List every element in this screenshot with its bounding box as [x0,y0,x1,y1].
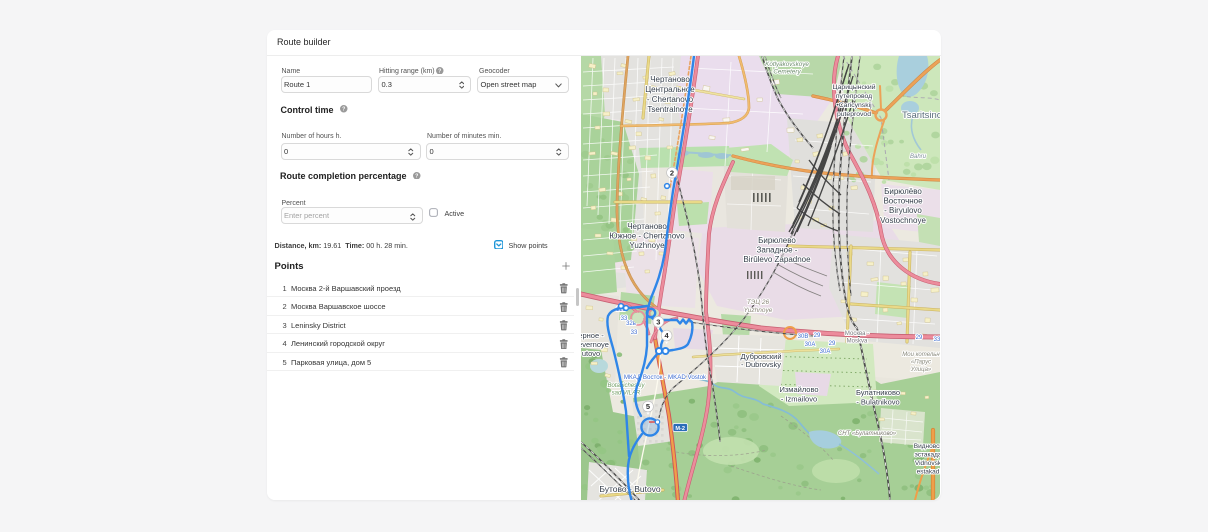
svg-text:?: ? [438,68,441,74]
svg-text:эстакада: эстакада [914,452,940,459]
svg-text:29: 29 [814,333,821,339]
svg-text:33: 33 [934,337,940,343]
svg-text:Видновск: Видновск [914,443,940,450]
svg-text:Чертаново: Чертаново [650,75,690,84]
svg-text:- Dubrovsky: - Dubrovsky [741,360,781,369]
svg-text:Измайлово: Измайлово [779,385,818,394]
svg-text:- Izmailovo: - Izmailovo [781,395,817,404]
svg-text:Чертаново: Чертаново [627,222,667,231]
svg-text:Tsaritsino: Tsaritsino [902,110,940,121]
svg-text:- Bulatnikovo: - Bulatnikovo [856,398,899,407]
svg-text:?: ? [415,173,418,179]
svg-text:Yuzhnoye: Yuzhnoye [629,241,665,250]
svg-text:Центральное: Центральное [645,85,695,94]
svg-text:Восточное: Восточное [883,197,923,206]
svg-text:puteprovod: puteprovod [837,111,871,118]
svg-text:Москва -: Москва - [845,331,869,337]
svg-text:Vidnovsk: Vidnovsk [915,460,940,467]
svg-text:?: ? [342,107,345,113]
svg-text:Bahru: Bahru [910,154,927,160]
svg-text:Южное - Chertanovo: Южное - Chertanovo [609,232,685,241]
svg-text:3: 3 [656,317,660,326]
svg-text:Улица»: Улица» [910,367,932,373]
svg-text:путепровод: путепровод [836,93,872,100]
svg-text:МКАД Восток - MKAD Vostok: МКАД Восток - MKAD Vostok [624,374,707,381]
svg-text:- Biryulovo: - Biryulovo [884,206,922,215]
svg-text:Yuzhnoye: Yuzhnoye [744,307,773,314]
svg-text:Moskva: Moskva [847,339,868,345]
svg-text:Cemetery: Cemetery [773,69,801,76]
svg-text:ТЭЦ 26: ТЭЦ 26 [747,299,770,306]
svg-text:Botanicheskiy: Botanicheskiy [607,383,645,389]
svg-text:М-2: М-2 [675,426,685,432]
svg-text:Царицынский: Царицынский [832,83,875,91]
svg-text:33: 33 [631,330,638,336]
svg-text:Бирюлёво: Бирюлёво [884,187,922,196]
svg-text:«Парус: «Парус [911,360,931,366]
svg-text:Kotlyakovskoye: Kotlyakovskoye [765,61,809,68]
svg-text:Бирюлево: Бирюлево [758,236,796,245]
svg-text:30А: 30А [805,342,816,348]
svg-text:Булатниково: Булатниково [856,388,900,397]
svg-text:utovo: utovo [582,349,600,358]
svg-text:29: 29 [916,335,923,341]
svg-text:ерное -: ерное - [581,331,604,340]
svg-text:•Caricynskij: •Caricynskij [836,102,872,109]
svg-text:2: 2 [670,168,674,177]
svg-text:Birûlevo Zapadnoe: Birûlevo Zapadnoe [743,255,811,264]
svg-text:29: 29 [829,341,836,347]
svg-text:Западное -: Западное - [757,246,798,255]
svg-text:Vostochnoye: Vostochnoye [880,216,926,225]
svg-text:30В: 30В [798,334,809,340]
svg-text:СНТ «Булатниково»: СНТ «Булатниково» [838,431,897,437]
svg-text:Мои котельн: Мои котельн [902,352,940,358]
svg-text:estakad: estakad [917,469,940,476]
svg-text:5: 5 [646,402,650,411]
svg-text:30А: 30А [820,349,831,355]
svg-text:Severnoye: Severnoye [581,340,609,349]
